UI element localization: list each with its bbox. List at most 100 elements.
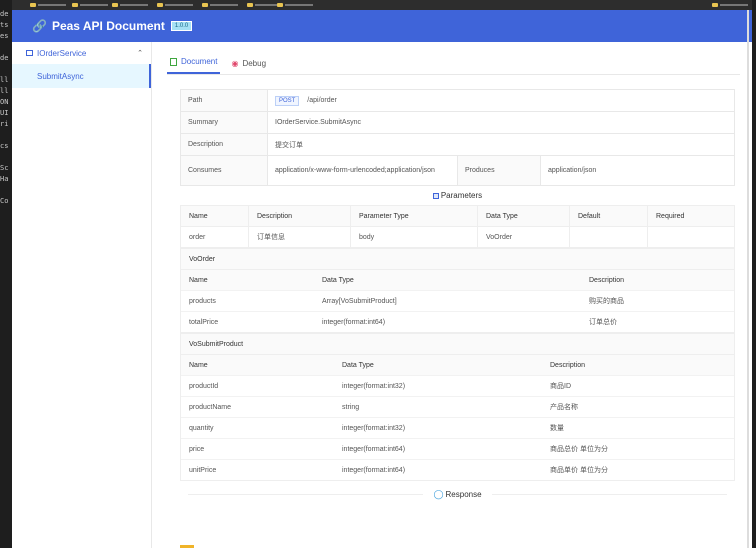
model-vosubmitproduct: VoSubmitProduct Name Data Type Descripti… [180,333,735,481]
tab-label: Document [181,57,218,66]
sidebar-item-label: SubmitAsync [37,71,84,81]
bookmark-folder-icon[interactable] [712,2,748,7]
link-icon: 🔗 [32,19,47,33]
table-cell: 商品单价 单位为分 [550,467,608,474]
column-header: Name [189,361,208,369]
path-value-cell: POST /api/order [267,89,735,112]
editor-text-fragment: de [0,10,9,18]
editor-text-fragment: Sc [0,164,9,172]
column-header: Description [248,205,351,227]
column-header: Default [569,205,648,227]
table-row: price integer(format:int64) 商品总价 单位为分 [181,438,734,459]
editor-text-fragment: ll [0,87,9,95]
bookmark-folder-icon[interactable] [202,2,238,7]
sidebar-group-label: IOrderService [37,48,87,58]
editor-text-fragment: Co [0,197,9,205]
editor-text-fragment: UI [0,109,9,117]
app-header: 🔗 Peas API Document 1.0.0 [12,10,752,42]
bookmark-folder-icon[interactable] [72,2,108,7]
editor-text-fragment: de [0,54,9,62]
table-cell: price [189,445,205,453]
background-editor-strip: de ts es de ll ll ON UI ri cs Sc Ha Co [0,0,12,548]
version-badge: 1.0.0 [170,21,193,31]
editor-text-fragment: Ha [0,175,9,183]
main-content: Document ◉ Debug Path POST /api/order Su… [167,42,752,548]
table-cell: integer(format:int32) [342,382,406,390]
table-row: unitPrice integer(format:int64) 商品单价 单位为… [181,459,734,480]
divider [188,494,424,495]
column-header: Data Type [477,205,570,227]
table-cell: 数量 [550,425,564,432]
tab-document[interactable]: Document [167,57,221,74]
background-right-strip [752,0,756,548]
path-value: /api/order [307,96,337,104]
divider [491,494,728,495]
bookmark-folder-icon[interactable] [277,2,313,7]
table-cell [647,226,735,248]
app-title: Peas API Document [51,19,165,33]
chevron-up-icon[interactable]: ⌃ [137,49,143,57]
tab-bar: Document ◉ Debug [167,42,740,75]
description-label: Description [180,133,268,156]
sidebar-group-iorderservice[interactable]: IOrderService ⌃ [12,42,151,64]
table-cell: productId [189,382,219,390]
bookmark-folder-icon[interactable] [157,2,193,7]
bookmark-folder-icon[interactable] [30,2,66,7]
sidebar: IOrderService ⌃ SubmitAsync [12,42,152,548]
parameters-icon [432,192,439,199]
path-label: Path [180,89,268,112]
table-cell: integer(format:int64) [322,318,386,326]
column-header: Data Type [342,361,374,369]
column-header: Parameter Type [350,205,478,227]
table-cell: 商品ID [550,383,571,390]
editor-text-fragment: ts [0,21,9,29]
table-cell: products [189,297,216,305]
response-icon: ◯ [433,489,444,499]
model-voorder: VoOrder Name Data Type Description produ… [180,248,735,333]
table-header-row: Name Data Type Description [181,269,734,290]
table-cell: 购买的商品 [589,298,624,305]
produces-value: application/json [540,155,735,186]
editor-text-fragment: ri [0,120,9,128]
description-value: 提交订单 [267,133,735,156]
http-method-badge: POST [275,95,300,106]
summary-label: Summary [180,111,268,134]
sidebar-item-submitasync[interactable]: SubmitAsync [12,64,151,88]
table-cell: 产品名称 [550,404,578,411]
column-header: Required [647,205,735,227]
table-cell: 订单信息 [248,226,351,248]
parameters-table: Name Description Parameter Type Data Typ… [180,205,735,248]
tab-debug[interactable]: ◉ Debug [228,59,269,74]
column-header: Data Type [322,276,354,284]
table-row: order 订单信息 body VoOrder [180,226,735,248]
bookmark-folder-icon[interactable] [112,2,148,7]
scrollbar[interactable] [747,10,749,548]
summary-value: IOrderService.SubmitAsync [267,111,735,134]
parameters-title: Parameters [440,191,483,200]
api-doc-app: 🔗 Peas API Document 1.0.0 IOrderService … [12,10,752,548]
model-title: VoOrder [181,248,734,269]
table-row: productId integer(format:int32) 商品ID [181,375,734,396]
table-cell: order [180,226,249,248]
endpoint-summary-table: Path POST /api/order Summary IOrderServi… [180,89,735,186]
table-cell: totalPrice [189,318,219,326]
response-heading: ◯ Response [180,485,735,504]
table-cell: body [350,226,478,248]
produces-label: Produces [457,155,541,186]
column-header: Description [550,361,586,369]
table-cell [569,226,648,248]
table-cell: productName [189,403,232,411]
table-header-row: Name Data Type Description [181,354,734,375]
model-title: VoSubmitProduct [181,333,734,354]
editor-text-fragment: ll [0,76,9,84]
table-cell: integer(format:int64) [342,445,406,453]
table-row: productName string 产品名称 [181,396,734,417]
table-cell: Array[VoSubmitProduct] [322,297,397,305]
table-header-row: Name Description Parameter Type Data Typ… [180,205,735,227]
table-row: totalPrice integer(format:int64) 订单总价 [181,311,734,332]
tab-label: Debug [242,59,267,68]
editor-text-fragment: ON [0,98,9,106]
column-header: Name [189,276,208,284]
folder-icon [26,50,33,56]
table-row: quantity integer(format:int32) 数量 [181,417,734,438]
